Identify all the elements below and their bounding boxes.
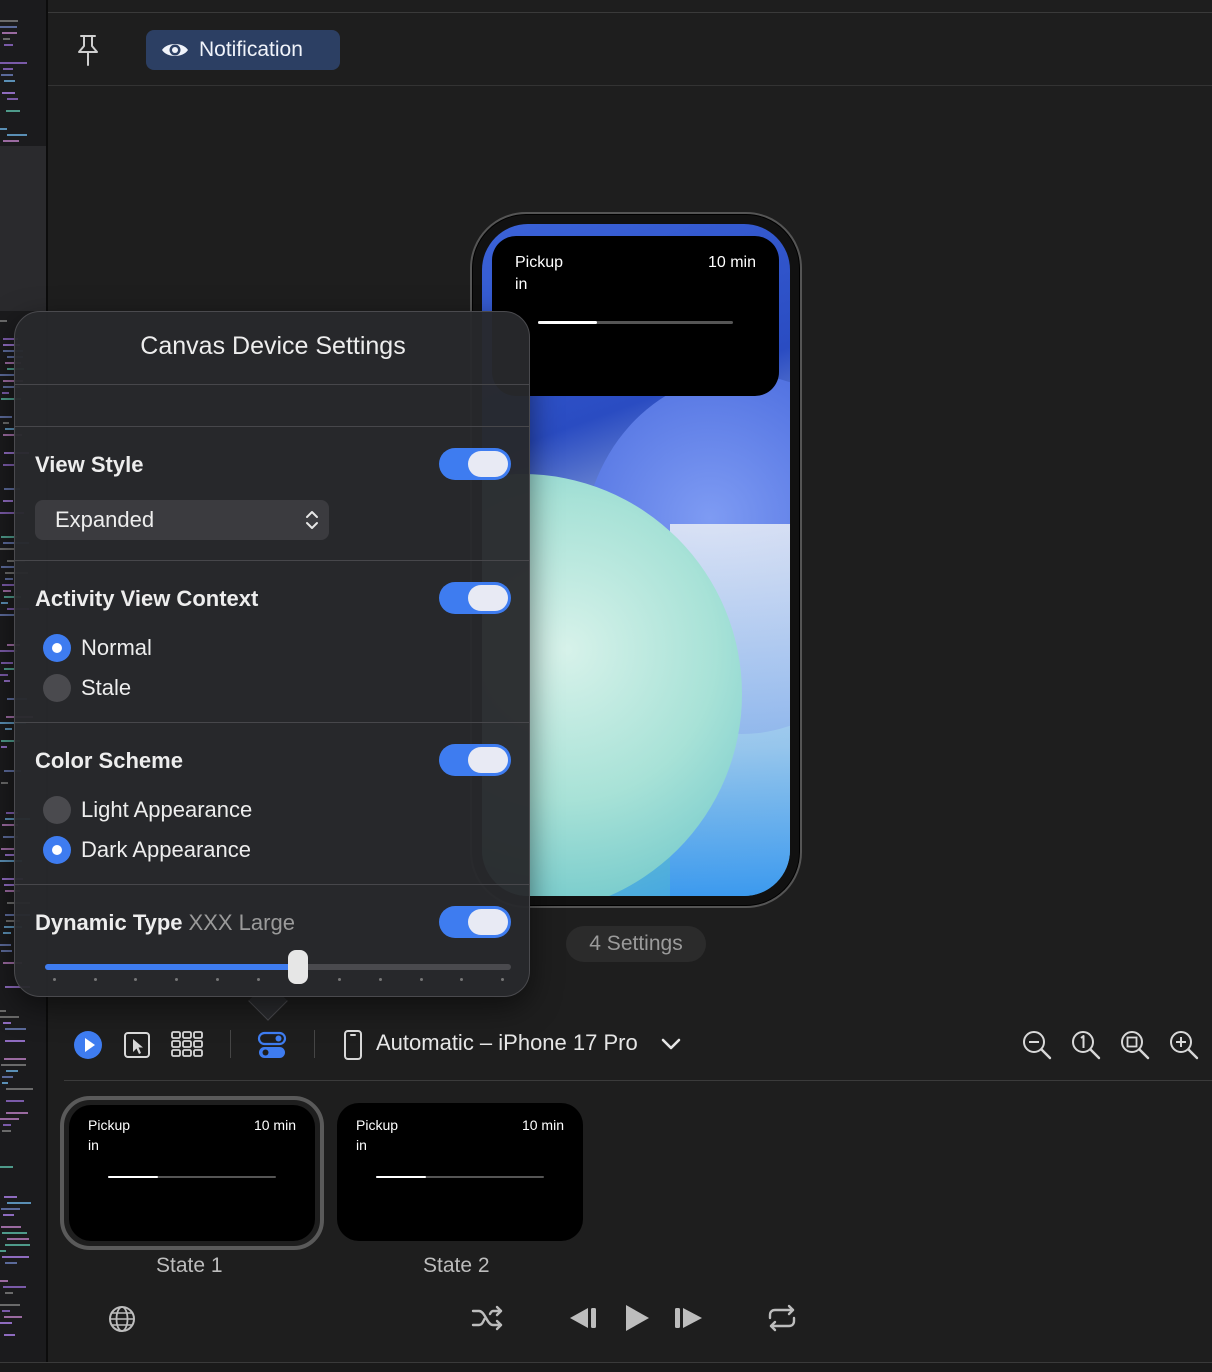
dynamic-type-title: Dynamic Type bbox=[35, 910, 183, 935]
radio-dark-appearance[interactable]: Dark Appearance bbox=[43, 836, 251, 864]
dynamic-type-toggle[interactable] bbox=[439, 906, 511, 938]
state-2-label: State 2 bbox=[423, 1254, 490, 1277]
slider-fill bbox=[45, 964, 298, 970]
radio-button bbox=[43, 836, 71, 864]
color-scheme-label: Color Scheme bbox=[35, 748, 183, 773]
dynamic-type-slider[interactable] bbox=[45, 964, 511, 970]
slider-tick bbox=[338, 978, 342, 981]
repeat-icon[interactable] bbox=[764, 1302, 800, 1334]
thumb-time: 10 min bbox=[253, 1117, 296, 1133]
thumb-title: Pickup in bbox=[356, 1117, 399, 1153]
state-1-live-activity: Pickup in 10 min bbox=[69, 1105, 315, 1241]
divider bbox=[230, 1030, 231, 1058]
thumb-title: Pickup in bbox=[88, 1117, 131, 1153]
slider-tick bbox=[256, 978, 260, 981]
zoom-100-icon[interactable] bbox=[1069, 1028, 1103, 1062]
slider-tick bbox=[419, 978, 423, 981]
step-forward-icon[interactable] bbox=[672, 1303, 706, 1333]
progress-track bbox=[108, 1176, 276, 1178]
activity-context-label: Activity View Context bbox=[35, 586, 259, 611]
radio-normal[interactable]: Normal bbox=[43, 634, 152, 662]
live-activity-time: 10 min bbox=[707, 254, 756, 271]
zoom-out-icon[interactable] bbox=[1020, 1028, 1054, 1062]
device-picker[interactable]: Automatic – iPhone 17 Pro bbox=[376, 1030, 638, 1056]
chevron-up-down-icon bbox=[305, 508, 319, 532]
slider-tick bbox=[460, 978, 464, 981]
color-scheme-toggle[interactable] bbox=[439, 744, 511, 776]
thumb-time: 10 min bbox=[521, 1117, 564, 1133]
play-icon[interactable] bbox=[72, 1029, 104, 1061]
state-1-label: State 1 bbox=[156, 1254, 223, 1277]
divider bbox=[64, 1080, 1212, 1081]
radio-label: Normal bbox=[81, 635, 152, 660]
canvas-device-settings-popover: Canvas Device Settings View Style Expand… bbox=[14, 311, 530, 997]
dynamic-type-label: Dynamic Type XXX Large bbox=[35, 910, 295, 936]
radio-label: Dark Appearance bbox=[81, 837, 251, 862]
radio-label: Light Appearance bbox=[81, 797, 253, 822]
view-style-toggle[interactable] bbox=[439, 448, 511, 480]
grid-icon[interactable] bbox=[170, 1030, 204, 1060]
play-pause-icon[interactable] bbox=[622, 1302, 652, 1334]
slider-tick bbox=[53, 978, 56, 981]
minimap-visible-region[interactable] bbox=[0, 146, 46, 311]
progress-track bbox=[376, 1176, 544, 1178]
slider-thumb[interactable] bbox=[287, 950, 308, 984]
radio-button bbox=[43, 796, 71, 824]
divider bbox=[314, 1030, 315, 1058]
radio-light-appearance[interactable]: Light Appearance bbox=[43, 796, 252, 824]
divider bbox=[0, 1362, 1212, 1372]
pin-icon[interactable] bbox=[72, 32, 104, 68]
divider bbox=[48, 85, 1212, 86]
radio-button bbox=[43, 634, 71, 662]
divider bbox=[15, 722, 529, 723]
view-style-value: Expanded bbox=[55, 507, 155, 532]
settings-count-badge[interactable]: 4 Settings bbox=[566, 926, 706, 962]
zoom-fit-icon[interactable] bbox=[1118, 1028, 1152, 1062]
divider bbox=[15, 884, 529, 885]
notification-preview-tab[interactable]: Notification bbox=[146, 30, 340, 70]
chevron-down-icon[interactable] bbox=[660, 1034, 682, 1054]
divider bbox=[15, 426, 529, 427]
progress-fill bbox=[108, 1176, 159, 1178]
slider-tick bbox=[378, 978, 382, 981]
progress-fill bbox=[538, 321, 597, 324]
phone-icon[interactable] bbox=[342, 1029, 364, 1061]
progress-track bbox=[538, 321, 733, 324]
divider bbox=[15, 560, 529, 561]
live-activity-title: Pickup in bbox=[515, 254, 564, 293]
progress-fill bbox=[376, 1176, 427, 1178]
dynamic-type-value: XXX Large bbox=[188, 910, 295, 935]
state-2-thumbnail[interactable]: Pickup in 10 min bbox=[337, 1103, 583, 1241]
view-style-select[interactable]: Expanded bbox=[35, 500, 329, 540]
device-settings-icon[interactable] bbox=[256, 1029, 288, 1061]
divider bbox=[15, 384, 529, 385]
step-backward-icon[interactable] bbox=[566, 1303, 600, 1333]
radio-stale[interactable]: Stale bbox=[43, 674, 131, 702]
shuffle-icon[interactable] bbox=[470, 1302, 506, 1334]
slider-tick bbox=[215, 978, 219, 981]
slider-tick bbox=[93, 978, 97, 981]
live-activity-preview[interactable]: Pickup in 10 min bbox=[492, 236, 779, 396]
globe-icon[interactable] bbox=[106, 1303, 138, 1335]
slider-tick bbox=[134, 978, 138, 981]
notification-label: Notification bbox=[199, 38, 303, 61]
eye-icon bbox=[160, 40, 190, 60]
activity-context-toggle[interactable] bbox=[439, 582, 511, 614]
radio-label: Stale bbox=[81, 675, 132, 700]
divider bbox=[48, 12, 1212, 13]
slider-tick bbox=[501, 978, 504, 981]
radio-button bbox=[43, 674, 71, 702]
device-name: Automatic – iPhone 17 Pro bbox=[376, 1030, 638, 1055]
zoom-in-icon[interactable] bbox=[1167, 1028, 1201, 1062]
view-style-label: View Style bbox=[35, 452, 144, 477]
popover-title: Canvas Device Settings bbox=[140, 332, 406, 360]
slider-tick bbox=[175, 978, 179, 981]
select-icon[interactable] bbox=[122, 1030, 152, 1060]
